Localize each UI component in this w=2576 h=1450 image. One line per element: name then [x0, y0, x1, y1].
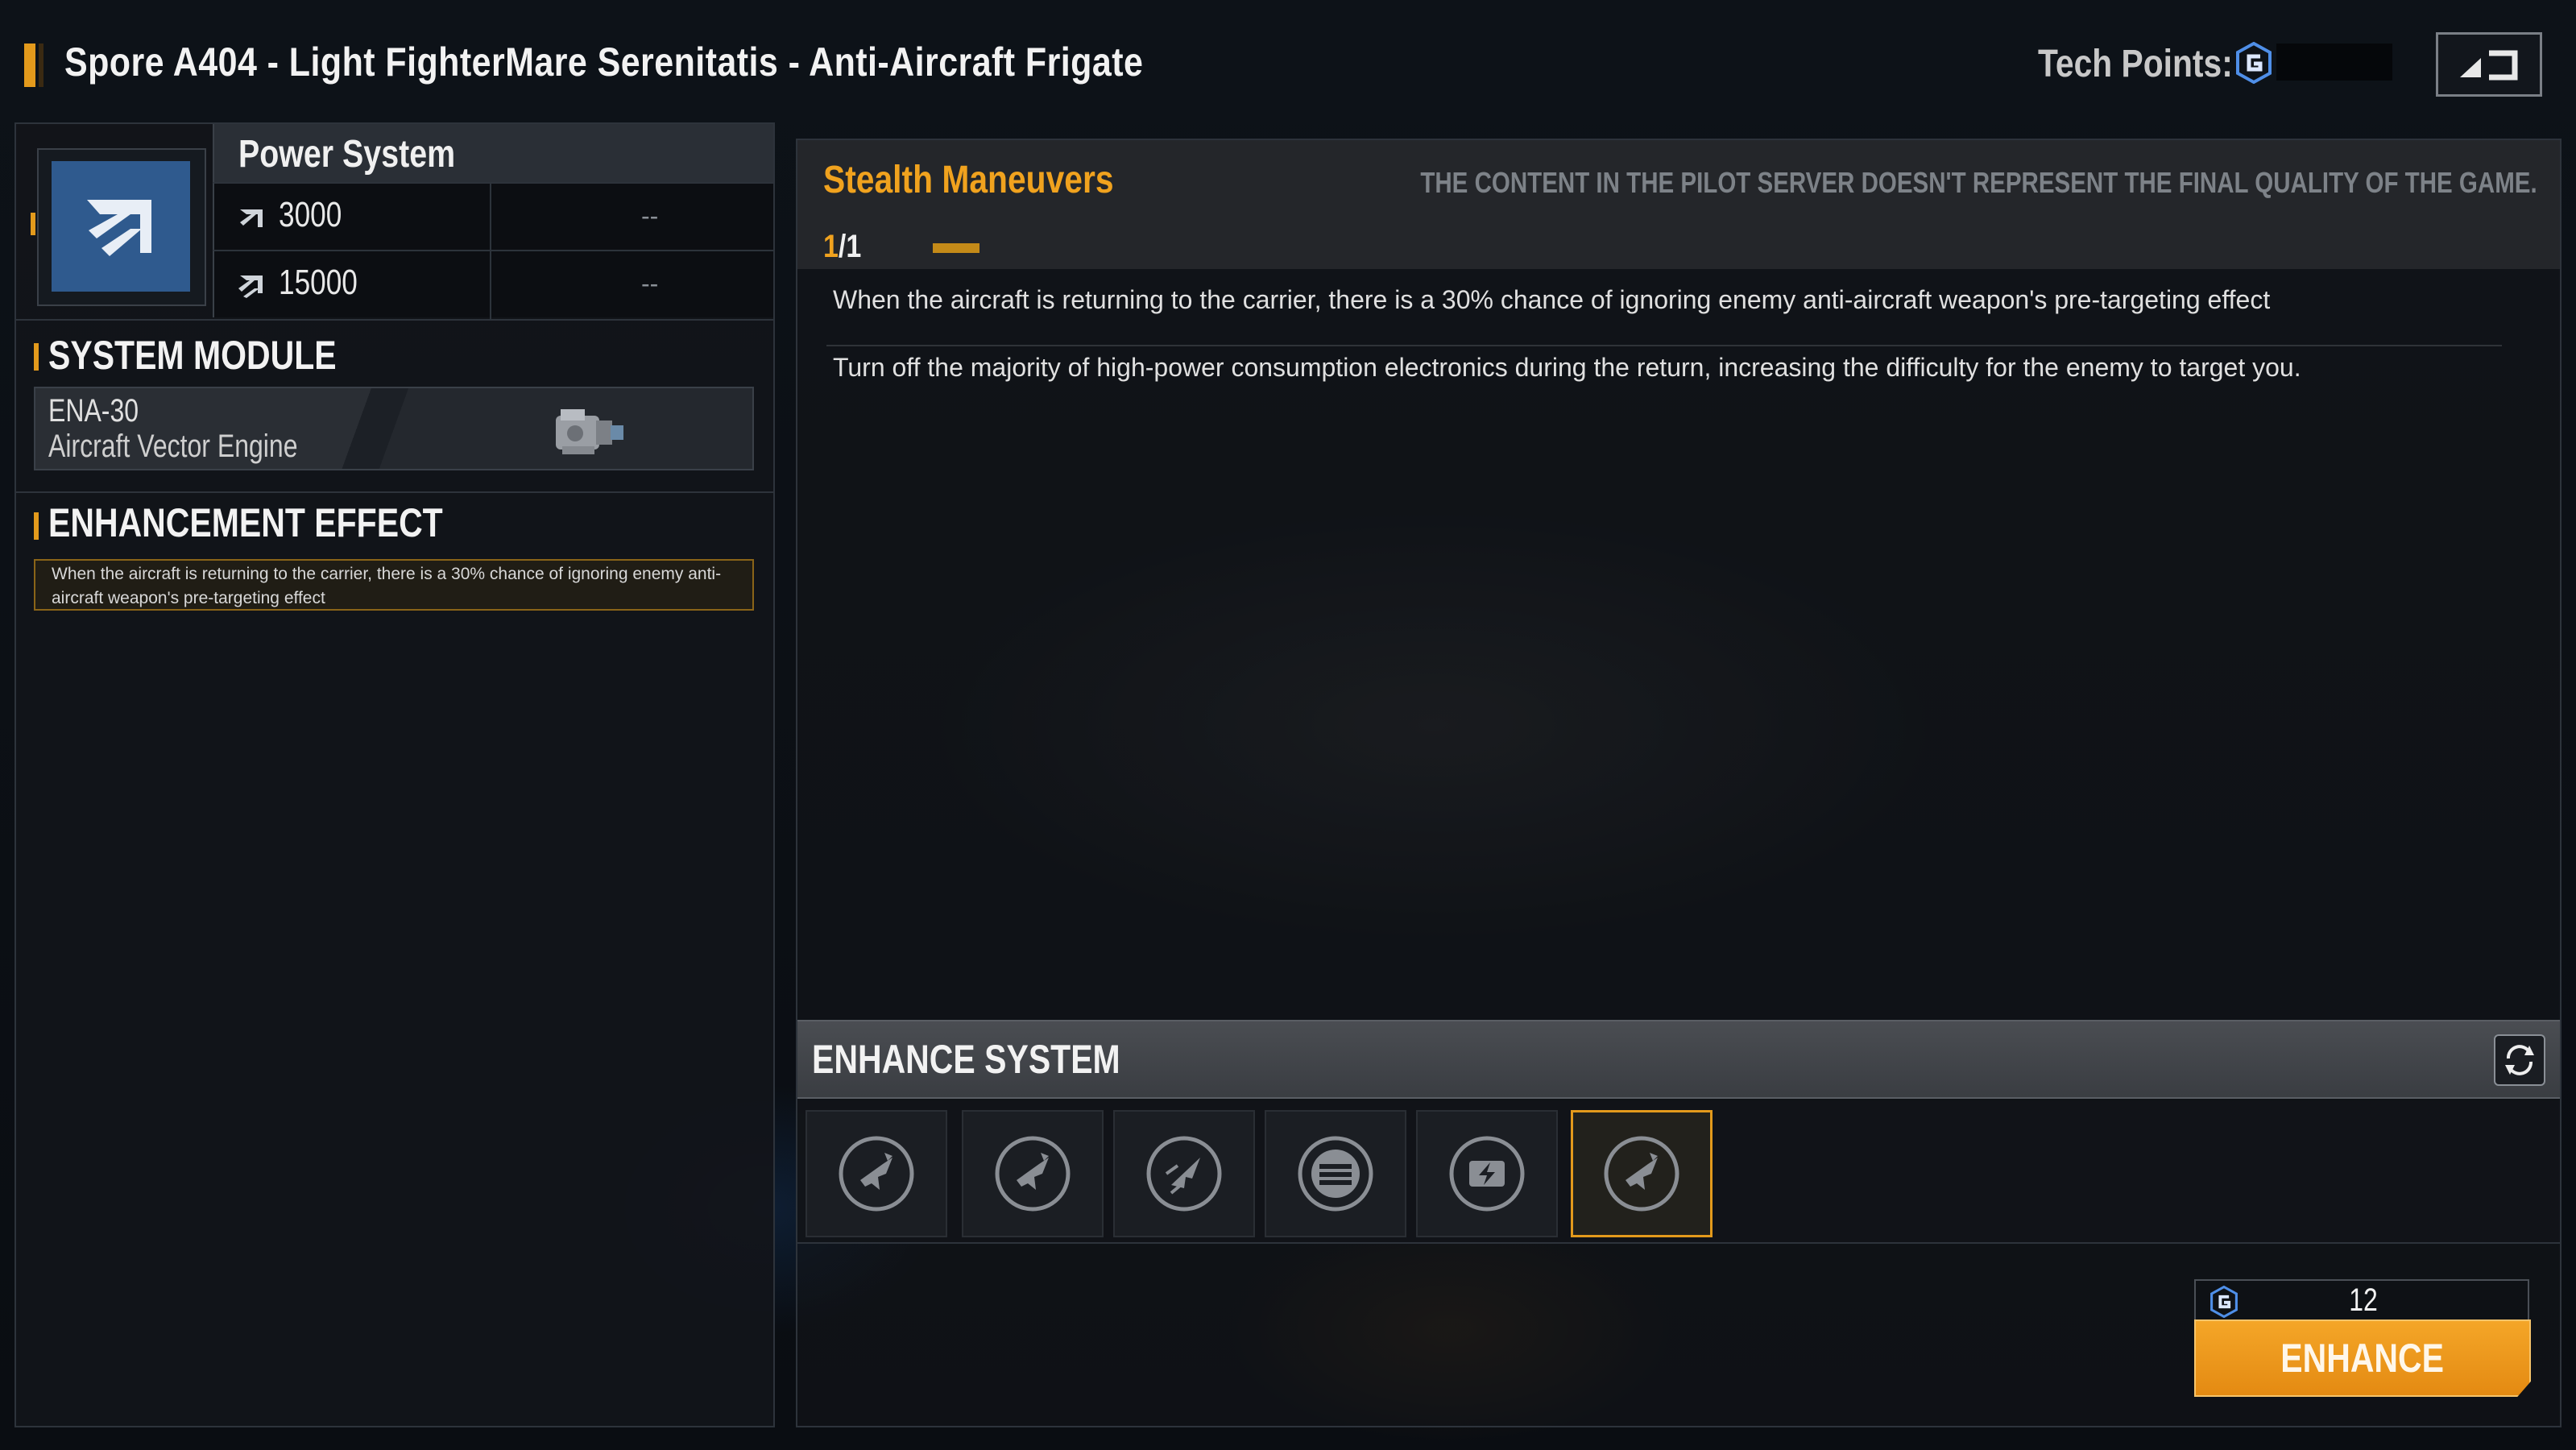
- thrust-double-icon: [238, 276, 263, 298]
- enhancement-effect-text: When the aircraft is returning to the ca…: [34, 559, 754, 611]
- enhance-system-header: ENHANCE SYSTEM: [797, 1020, 2560, 1099]
- battery-bolt-icon: [1449, 1136, 1525, 1212]
- enhance-slot[interactable]: [1265, 1110, 1406, 1237]
- enhance-slot[interactable]: [962, 1110, 1104, 1237]
- power-system-box: Power System 3000 -- 15000 --: [16, 124, 773, 321]
- power-stat-row: 15000 --: [213, 250, 773, 319]
- thrust-icon: [240, 209, 263, 227]
- enhance-button-label: ENHANCE: [2280, 1336, 2445, 1381]
- cell-divider: [490, 184, 491, 251]
- system-module-card[interactable]: ENA-30 Aircraft Vector Engine: [34, 387, 754, 470]
- tech-points-value: [2276, 44, 2392, 81]
- power-stat-row: 3000 --: [213, 182, 773, 251]
- refresh-button[interactable]: [2494, 1034, 2545, 1086]
- system-module-heading: SYSTEM MODULE: [48, 333, 337, 378]
- title-accent: [24, 44, 35, 87]
- skill-level-pip: [933, 243, 979, 253]
- back-button[interactable]: [2436, 32, 2542, 97]
- module-code: ENA-30: [48, 393, 139, 429]
- description-divider: [826, 345, 2502, 346]
- power-system-accent: [31, 213, 35, 235]
- enhance-slot[interactable]: [806, 1110, 947, 1237]
- section-accent: [34, 343, 39, 371]
- refresh-icon: [2505, 1045, 2534, 1075]
- title-accent-shadow: [39, 44, 43, 87]
- enhance-slot[interactable]: [1113, 1110, 1255, 1237]
- left-panel: Power System 3000 -- 15000 -- SYSTEM MOD…: [14, 122, 775, 1427]
- skill-name: Stealth Maneuvers: [823, 159, 1114, 201]
- power-stat-value: 15000: [279, 263, 358, 302]
- aircraft-stealth-icon: [995, 1136, 1071, 1212]
- right-panel: Stealth Maneuvers THE CONTENT IN THE PIL…: [796, 139, 2562, 1427]
- skill-level-max: /1: [838, 229, 862, 264]
- skill-description: When the aircraft is returning to the ca…: [833, 285, 2271, 314]
- enhance-slot[interactable]: [1416, 1110, 1558, 1237]
- skill-header: Stealth Maneuvers THE CONTENT IN THE PIL…: [797, 140, 2560, 269]
- enhance-slot-selected[interactable]: [1571, 1110, 1713, 1237]
- skill-flavor-text: Turn off the majority of high-power cons…: [833, 353, 2301, 382]
- enhance-system-heading: ENHANCE SYSTEM: [812, 1037, 1120, 1082]
- section-divider: [16, 491, 773, 493]
- tech-points-label: Tech Points:: [2038, 43, 2233, 85]
- page-title: Spore A404 - Light FighterMare Serenitat…: [64, 39, 1144, 85]
- stack-icon: [1298, 1136, 1373, 1212]
- back-arrow-icon: [2460, 50, 2518, 81]
- enhancement-effect-heading: ENHANCEMENT EFFECT: [48, 500, 443, 545]
- pilot-server-disclaimer: THE CONTENT IN THE PILOT SERVER DOESN'T …: [1420, 166, 2537, 199]
- enhance-cost: 12: [2194, 1279, 2529, 1321]
- enhance-cost-value: 12: [2349, 1282, 2378, 1318]
- skill-level-current: 1: [823, 229, 839, 264]
- enhance-slots-row: [797, 1100, 2560, 1244]
- engine-icon: [556, 409, 623, 454]
- power-system-icon: [52, 161, 190, 292]
- power-stat-secondary: --: [641, 201, 659, 230]
- power-stat-value: 3000: [279, 195, 342, 234]
- skill-level: 1/1: [823, 229, 861, 265]
- section-accent: [34, 512, 39, 540]
- module-name: Aircraft Vector Engine: [48, 429, 298, 464]
- aircraft-stealth-icon: [839, 1136, 914, 1212]
- power-system-glyph: [87, 200, 151, 256]
- top-bar: Spore A404 - Light FighterMare Serenitat…: [0, 0, 2576, 121]
- power-stat-secondary: --: [641, 269, 659, 298]
- power-system-title: Power System: [238, 133, 456, 176]
- cell-divider: [490, 251, 491, 319]
- aircraft-speed-icon: [1146, 1136, 1222, 1212]
- tech-points-icon: [2236, 42, 2272, 84]
- aircraft-stealth-icon: [1604, 1136, 1679, 1212]
- enhance-button[interactable]: ENHANCE: [2194, 1320, 2531, 1397]
